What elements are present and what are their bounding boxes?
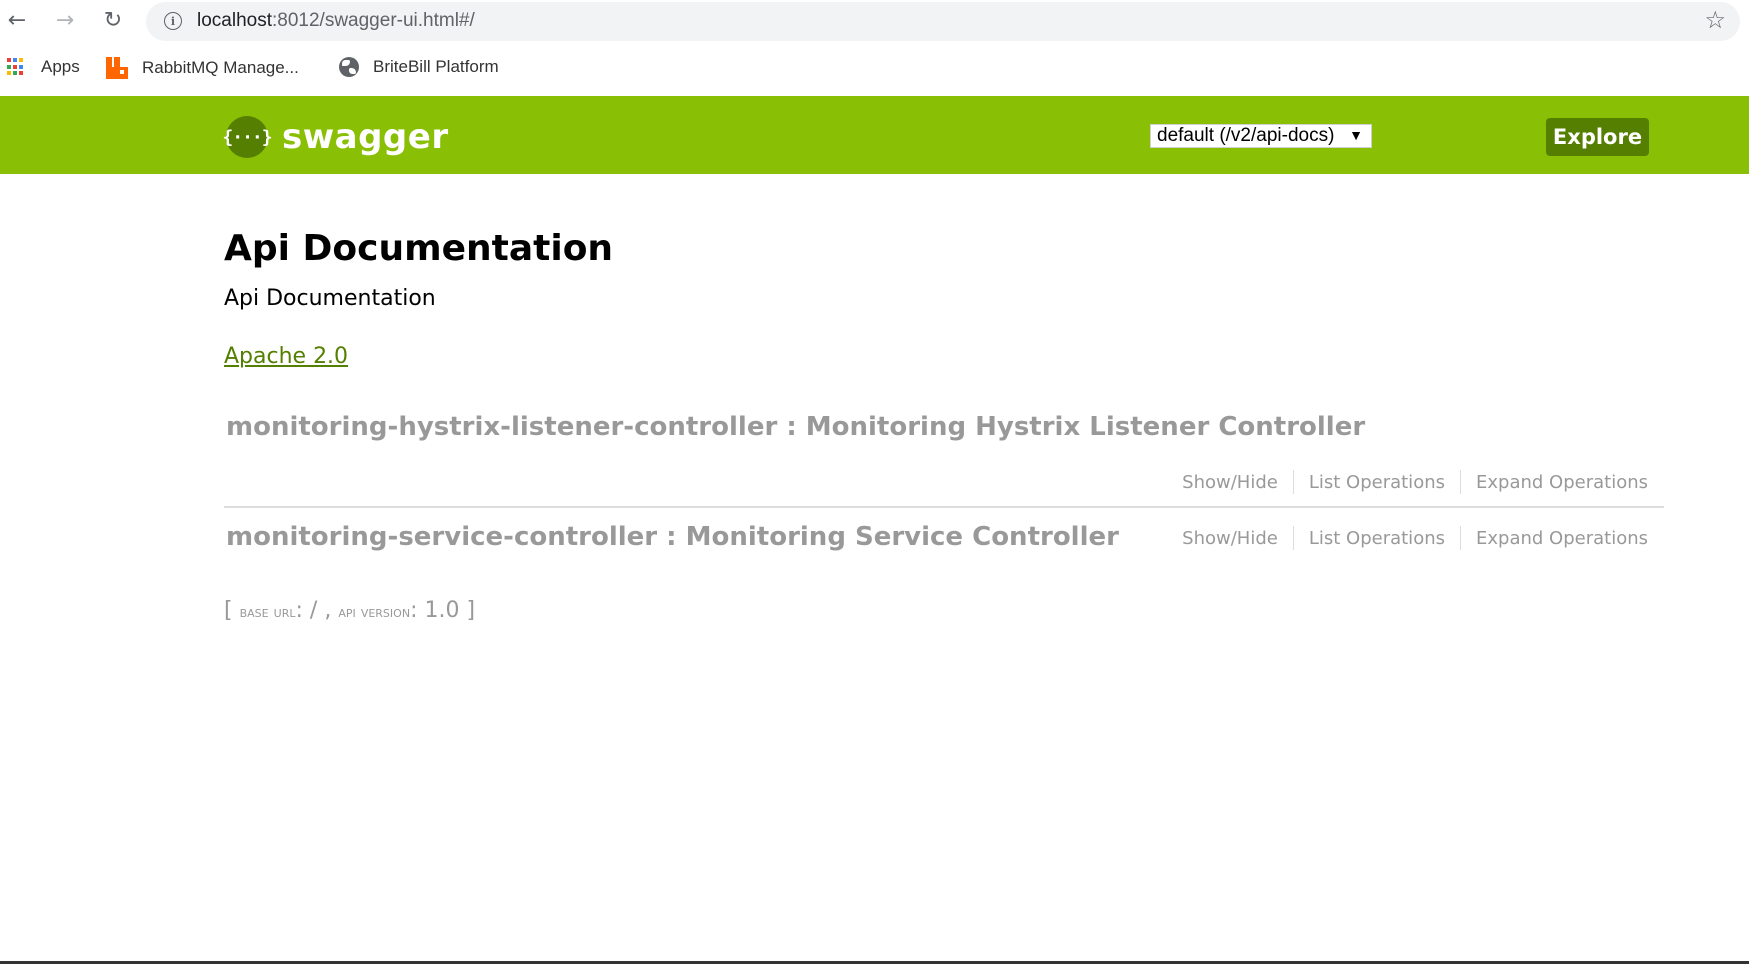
page-title: Api Documentation — [224, 228, 614, 269]
url-host: localhost — [197, 10, 272, 31]
api-footer: [ base url: / , api version: 1.0 ] — [224, 598, 475, 623]
site-info-icon[interactable]: i — [164, 12, 182, 30]
apps-grid-icon — [7, 58, 25, 76]
bookmark-star-icon[interactable]: ☆ — [1704, 6, 1726, 34]
bookmark-rabbitmq[interactable]: RabbitMQ Manage... — [106, 57, 299, 79]
browser-toolbar: ← → ↻ i localhost:8012/swagger-ui.html#/… — [0, 0, 1749, 41]
swagger-logo-icon: {···} — [222, 116, 273, 158]
back-arrow-icon[interactable]: ← — [3, 6, 31, 34]
bookmark-label: BriteBill Platform — [373, 57, 499, 76]
bookmarks-bar: Apps RabbitMQ Manage... BriteBill Platfo… — [0, 47, 1749, 89]
swagger-logo[interactable]: {···} swagger — [222, 116, 449, 158]
api-spec-select[interactable]: default (/v2/api-docs) ▼ — [1150, 124, 1372, 148]
resource-operations: Show/Hide List Operations Expand Operati… — [1167, 470, 1648, 494]
rabbitmq-icon — [106, 57, 128, 79]
explore-button[interactable]: Explore — [1546, 118, 1649, 156]
swagger-header: {···} swagger default (/v2/api-docs) ▼ E… — [0, 96, 1749, 174]
api-spec-select-value: default (/v2/api-docs) — [1157, 125, 1335, 146]
expand-operations-link[interactable]: Expand Operations — [1461, 472, 1648, 493]
resource-heading[interactable]: monitoring-service-controller : Monitori… — [226, 522, 1119, 552]
globe-icon — [339, 57, 359, 77]
api-version-label: api version — [338, 602, 411, 621]
api-description: Api Documentation — [224, 286, 436, 311]
url-path: :8012/swagger-ui.html#/ — [272, 10, 475, 31]
base-url-value: : / , — [295, 598, 332, 623]
dropdown-arrow-icon: ▼ — [1349, 127, 1363, 143]
show-hide-link[interactable]: Show/Hide — [1167, 472, 1293, 493]
resource-heading[interactable]: monitoring-hystrix-listener-controller :… — [226, 412, 1365, 442]
bookmark-britebill[interactable]: BriteBill Platform — [339, 57, 499, 77]
resource-operations: Show/Hide List Operations Expand Operati… — [1167, 526, 1648, 550]
show-hide-link[interactable]: Show/Hide — [1167, 528, 1293, 549]
forward-arrow-icon[interactable]: → — [51, 6, 79, 34]
address-bar[interactable]: i localhost:8012/swagger-ui.html#/ ☆ — [146, 2, 1740, 41]
bookmark-label: Apps — [41, 57, 80, 76]
bookmark-apps[interactable]: Apps — [7, 57, 80, 77]
api-version-value: : 1.0 ] — [410, 598, 476, 623]
swagger-logo-text: swagger — [282, 117, 449, 157]
list-operations-link[interactable]: List Operations — [1294, 528, 1460, 549]
address-url[interactable]: localhost:8012/swagger-ui.html#/ — [197, 10, 475, 32]
license-link[interactable]: Apache 2.0 — [224, 344, 348, 369]
bookmark-label: RabbitMQ Manage... — [142, 58, 299, 77]
resource-divider — [224, 506, 1664, 508]
footer-bracket: [ — [224, 598, 233, 623]
list-operations-link[interactable]: List Operations — [1294, 472, 1460, 493]
reload-icon[interactable]: ↻ — [99, 6, 127, 34]
expand-operations-link[interactable]: Expand Operations — [1461, 528, 1648, 549]
base-url-label: base url — [239, 602, 296, 621]
